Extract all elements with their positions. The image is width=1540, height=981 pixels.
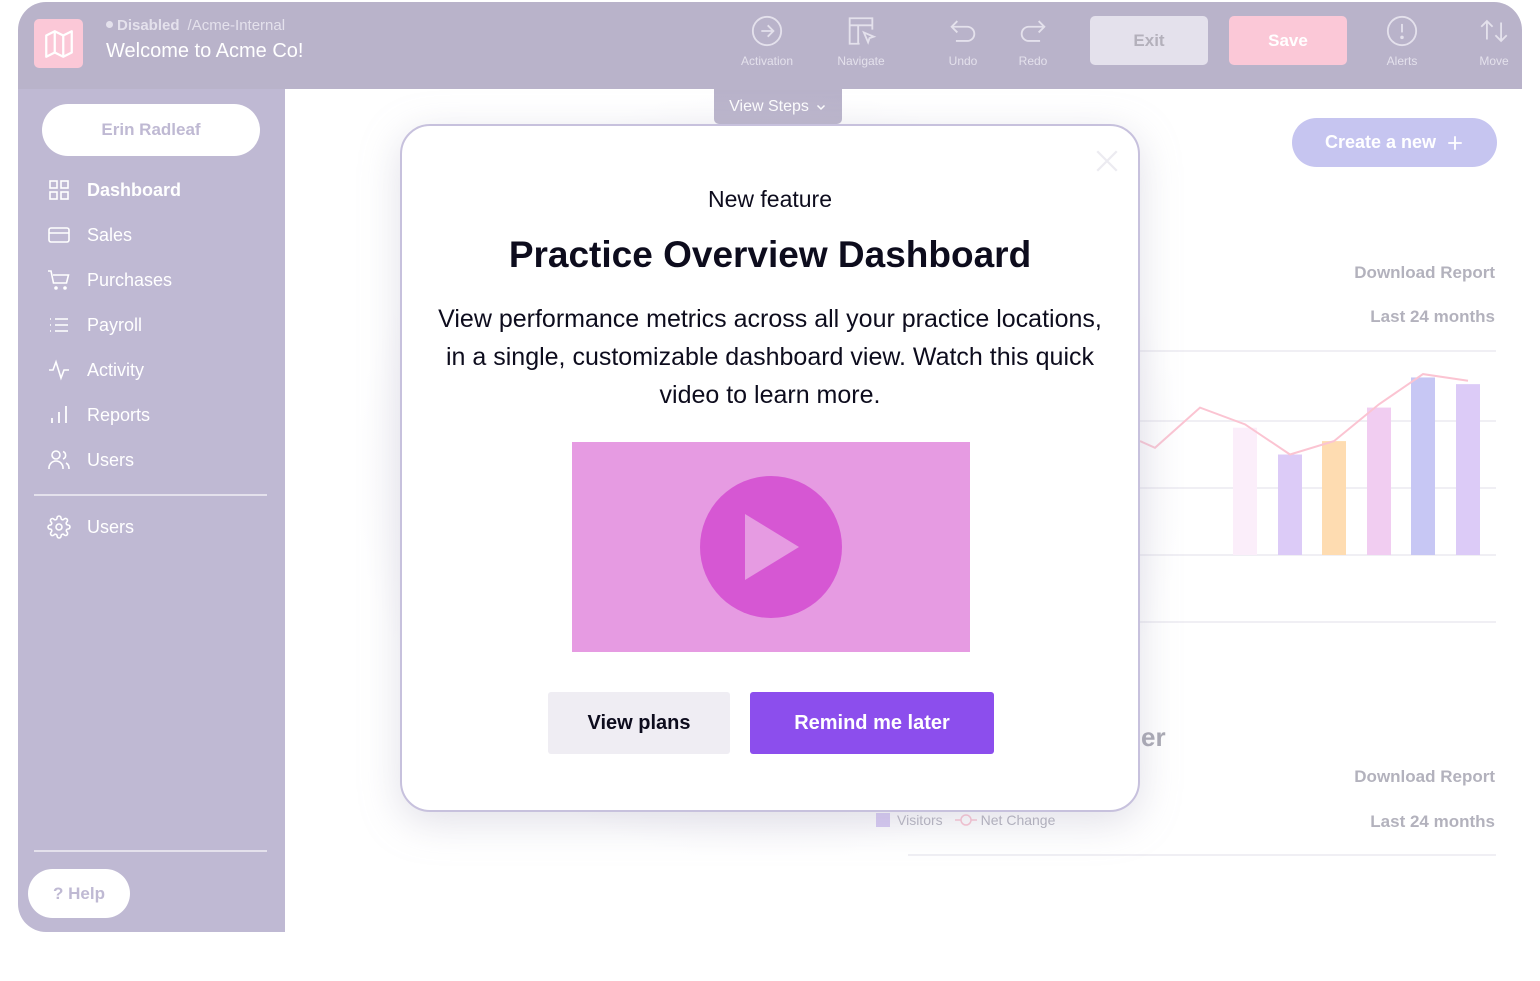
alerts-button[interactable]: Alerts bbox=[1362, 14, 1442, 68]
sidebar-item-dashboard[interactable]: Dashboard bbox=[46, 176, 181, 204]
remind-me-later-button[interactable]: Remind me later bbox=[750, 692, 994, 754]
plus-icon bbox=[1448, 135, 1462, 150]
gear-icon bbox=[47, 515, 71, 539]
feature-announcement-modal: New feature Practice Overview Dashboard … bbox=[400, 124, 1140, 812]
modal-title: Practice Overview Dashboard bbox=[508, 234, 1032, 275]
grid-icon bbox=[49, 180, 69, 200]
status-badge: Disabled bbox=[117, 17, 180, 34]
sidebar: Erin Radleaf Dashboard Sales Purchases P… bbox=[18, 89, 285, 932]
modal-body: View performance metrics across all your… bbox=[438, 305, 1102, 409]
card-divider bbox=[1140, 621, 1496, 623]
sidebar-item-purchases[interactable]: Purchases bbox=[46, 266, 172, 294]
flow-title: Welcome to Acme Co! bbox=[106, 40, 304, 62]
map-logo[interactable] bbox=[34, 19, 83, 68]
undo-label: Undo bbox=[948, 54, 978, 68]
download-report-link[interactable]: Download Report bbox=[1354, 767, 1495, 787]
sidebar-item-payroll[interactable]: Payroll bbox=[46, 311, 142, 339]
video-player[interactable] bbox=[572, 442, 970, 652]
alert-circle-icon bbox=[1386, 15, 1418, 47]
sidebar-item-label: Purchases bbox=[87, 269, 173, 290]
save-button[interactable]: Save bbox=[1229, 16, 1347, 65]
activation-button[interactable]: Activation bbox=[727, 14, 807, 68]
download-report-link[interactable]: Download Report bbox=[1354, 263, 1495, 283]
navigate-button[interactable]: Navigate bbox=[821, 14, 901, 68]
breadcrumb-path: /Acme-Internal bbox=[187, 17, 286, 34]
activation-label: Activation bbox=[740, 54, 794, 68]
cart-icon bbox=[48, 270, 70, 290]
users-icon bbox=[48, 450, 70, 469]
sidebar-divider bbox=[34, 850, 267, 852]
sidebar-item-label: Reports bbox=[87, 404, 151, 425]
modal-eyebrow: New feature bbox=[707, 186, 832, 212]
redo-button[interactable]: Redo bbox=[993, 14, 1073, 68]
layout-pointer-icon bbox=[848, 17, 877, 45]
sidebar-divider bbox=[34, 494, 267, 496]
sidebar-item-label: Activity bbox=[87, 359, 145, 380]
undo-button[interactable]: Undo bbox=[923, 14, 1003, 68]
list-icon bbox=[50, 318, 68, 332]
create-new-button[interactable]: Create a new bbox=[1292, 118, 1497, 167]
move-label: Move bbox=[1479, 54, 1509, 68]
navigate-label: Navigate bbox=[837, 54, 885, 68]
chart-gridline bbox=[1140, 420, 1496, 422]
sidebar-item-users[interactable]: Users bbox=[46, 446, 134, 474]
chart-gridline bbox=[1140, 487, 1496, 489]
date-range-select[interactable]: Last 24 months bbox=[1370, 812, 1495, 832]
sidebar-item-label: Sales bbox=[87, 224, 133, 245]
user-name-button[interactable]: Erin Radleaf bbox=[42, 104, 260, 156]
move-button[interactable]: Move bbox=[1454, 14, 1534, 68]
chart-gridline bbox=[1140, 350, 1496, 352]
play-button[interactable] bbox=[700, 476, 842, 618]
play-icon bbox=[745, 514, 799, 580]
sidebar-item-label: Users bbox=[87, 449, 135, 470]
close-icon[interactable] bbox=[1094, 148, 1120, 174]
arrows-up-down-icon bbox=[1480, 19, 1508, 43]
help-button[interactable]: ? Help bbox=[28, 869, 130, 918]
arrow-circle-right-icon bbox=[751, 15, 783, 47]
sidebar-item-sales[interactable]: Sales bbox=[46, 221, 132, 249]
create-new-label: Create a new bbox=[1324, 132, 1437, 152]
alerts-label: Alerts bbox=[1386, 54, 1418, 68]
activity-icon bbox=[49, 359, 69, 381]
status-line: Disabled/Acme-Internal bbox=[106, 17, 285, 34]
undo-icon bbox=[950, 20, 976, 42]
credit-card-icon bbox=[48, 227, 70, 243]
date-range-select[interactable]: Last 24 months bbox=[1370, 307, 1495, 327]
bar-chart-icon bbox=[51, 406, 67, 423]
sidebar-item-label: Payroll bbox=[87, 314, 143, 335]
sidebar-item-activity[interactable]: Activity bbox=[46, 356, 144, 384]
map-icon bbox=[44, 29, 73, 58]
view-plans-button[interactable]: View plans bbox=[548, 692, 730, 754]
status-dot-icon bbox=[106, 21, 113, 28]
sidebar-item-reports[interactable]: Reports bbox=[46, 401, 150, 429]
redo-label: Redo bbox=[1018, 54, 1048, 68]
sidebar-item-label: Users bbox=[87, 516, 135, 537]
exit-button[interactable]: Exit bbox=[1090, 16, 1208, 65]
sidebar-item-label: Dashboard bbox=[87, 179, 182, 200]
sidebar-item-settings-users[interactable]: Users bbox=[46, 513, 134, 541]
redo-icon bbox=[1020, 20, 1046, 42]
chart-baseline bbox=[1140, 554, 1496, 556]
top-toolbar: Disabled/Acme-Internal Welcome to Acme C… bbox=[18, 2, 1522, 89]
